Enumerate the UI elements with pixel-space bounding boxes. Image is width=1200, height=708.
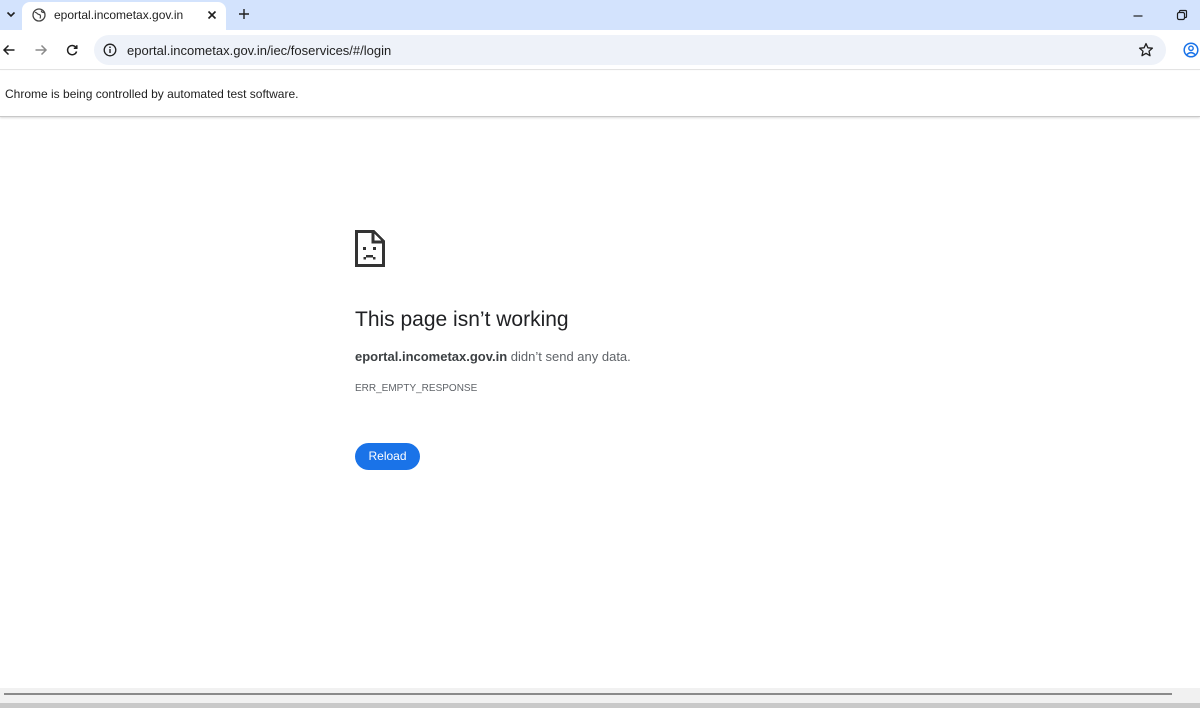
back-arrow-icon[interactable]: [0, 40, 19, 60]
infobar-message: Chrome is being controlled by automated …: [5, 87, 299, 101]
profile-icon[interactable]: [1181, 40, 1200, 60]
star-icon[interactable]: [1136, 40, 1156, 60]
info-icon[interactable]: [100, 40, 120, 60]
browser-toolbar: eportal.incometax.gov.in/iec/foservices/…: [0, 30, 1200, 70]
error-description: eportal.incometax.gov.in didn’t send any…: [355, 349, 631, 364]
error-message: didn’t send any data.: [507, 349, 631, 364]
address-bar[interactable]: eportal.incometax.gov.in/iec/foservices/…: [94, 35, 1166, 65]
globe-icon: [32, 8, 46, 22]
reload-icon[interactable]: [62, 40, 82, 60]
tab-strip: eportal.incometax.gov.in: [0, 0, 1200, 30]
scrollbar-thumb[interactable]: [4, 693, 1172, 695]
sad-page-icon: [355, 230, 385, 267]
tab-title: eportal.incometax.gov.in: [54, 8, 184, 22]
reload-button[interactable]: Reload: [355, 443, 420, 470]
window-bottom-edge: [0, 703, 1200, 708]
forward-arrow-icon[interactable]: [31, 40, 51, 60]
automation-infobar: Chrome is being controlled by automated …: [0, 71, 1200, 117]
error-code: ERR_EMPTY_RESPONSE: [355, 383, 478, 394]
close-icon[interactable]: [204, 7, 220, 23]
error-host: eportal.incometax.gov.in: [355, 349, 508, 364]
error-title: This page isn’t working: [355, 308, 569, 331]
plus-icon[interactable]: [234, 4, 254, 24]
url-text[interactable]: eportal.incometax.gov.in/iec/foservices/…: [127, 43, 391, 58]
restore-icon[interactable]: [1172, 5, 1192, 25]
browser-tab[interactable]: eportal.incometax.gov.in: [22, 2, 226, 30]
minimize-icon[interactable]: [1128, 5, 1148, 25]
chevron-down-icon[interactable]: [0, 3, 22, 25]
